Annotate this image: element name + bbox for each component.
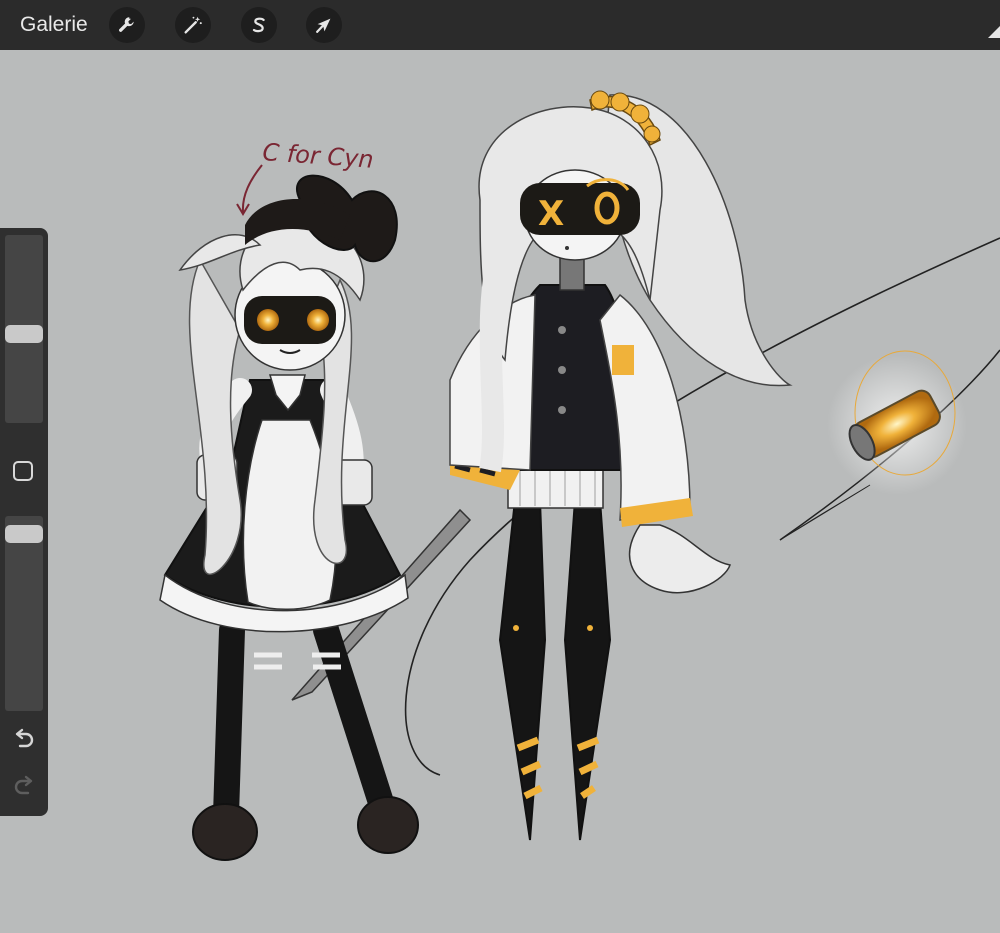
svg-text:X: X	[538, 194, 564, 234]
gallery-button[interactable]: Galerie	[20, 13, 88, 37]
adjustments-button[interactable]	[175, 7, 211, 43]
brush-size-slider[interactable]	[5, 235, 43, 423]
opacity-slider[interactable]	[5, 516, 43, 711]
brush-size-thumb[interactable]	[5, 325, 43, 343]
left-sidebar	[0, 228, 48, 816]
arrow-cursor-icon	[316, 18, 331, 33]
selection-s-icon	[252, 17, 265, 33]
undo-icon[interactable]	[11, 727, 37, 751]
top-toolbar: Galerie	[0, 0, 1000, 50]
magic-wand-icon	[184, 16, 202, 34]
annotation-text: C for Cyn	[262, 138, 375, 174]
opacity-thumb[interactable]	[5, 525, 43, 543]
glowing-capsule	[827, 350, 967, 495]
modify-button[interactable]	[13, 461, 33, 481]
redo-icon[interactable]	[11, 774, 37, 798]
maid-character	[159, 174, 419, 861]
actions-button[interactable]	[109, 7, 145, 43]
selection-button[interactable]	[241, 7, 277, 43]
transform-button[interactable]	[306, 7, 342, 43]
uniform-character: X	[449, 90, 793, 841]
drawing-canvas[interactable]: C for Cyn X	[0, 50, 1000, 933]
tool-indicator-icon	[988, 26, 1000, 38]
wrench-icon	[119, 17, 134, 32]
